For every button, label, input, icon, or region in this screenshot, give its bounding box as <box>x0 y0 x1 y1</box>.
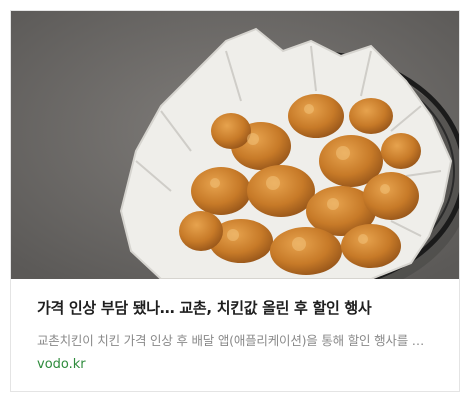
article-description[interactable]: 교촌치킨이 치킨 가격 인상 후 배달 앱(애플리케이션)을 통해 할인 행사를… <box>37 330 437 349</box>
article-source[interactable]: vodo.kr <box>37 357 86 372</box>
news-card[interactable]: 가격 인상 부담 됐나… 교촌, 치킨값 올린 후 할인 행사 교촌치킨이 치킨… <box>10 10 460 392</box>
article-thumbnail[interactable] <box>11 11 459 279</box>
fried-chicken-basket-icon <box>11 11 459 279</box>
article-title[interactable]: 가격 인상 부담 됐나… 교촌, 치킨값 올린 후 할인 행사 <box>37 297 447 318</box>
